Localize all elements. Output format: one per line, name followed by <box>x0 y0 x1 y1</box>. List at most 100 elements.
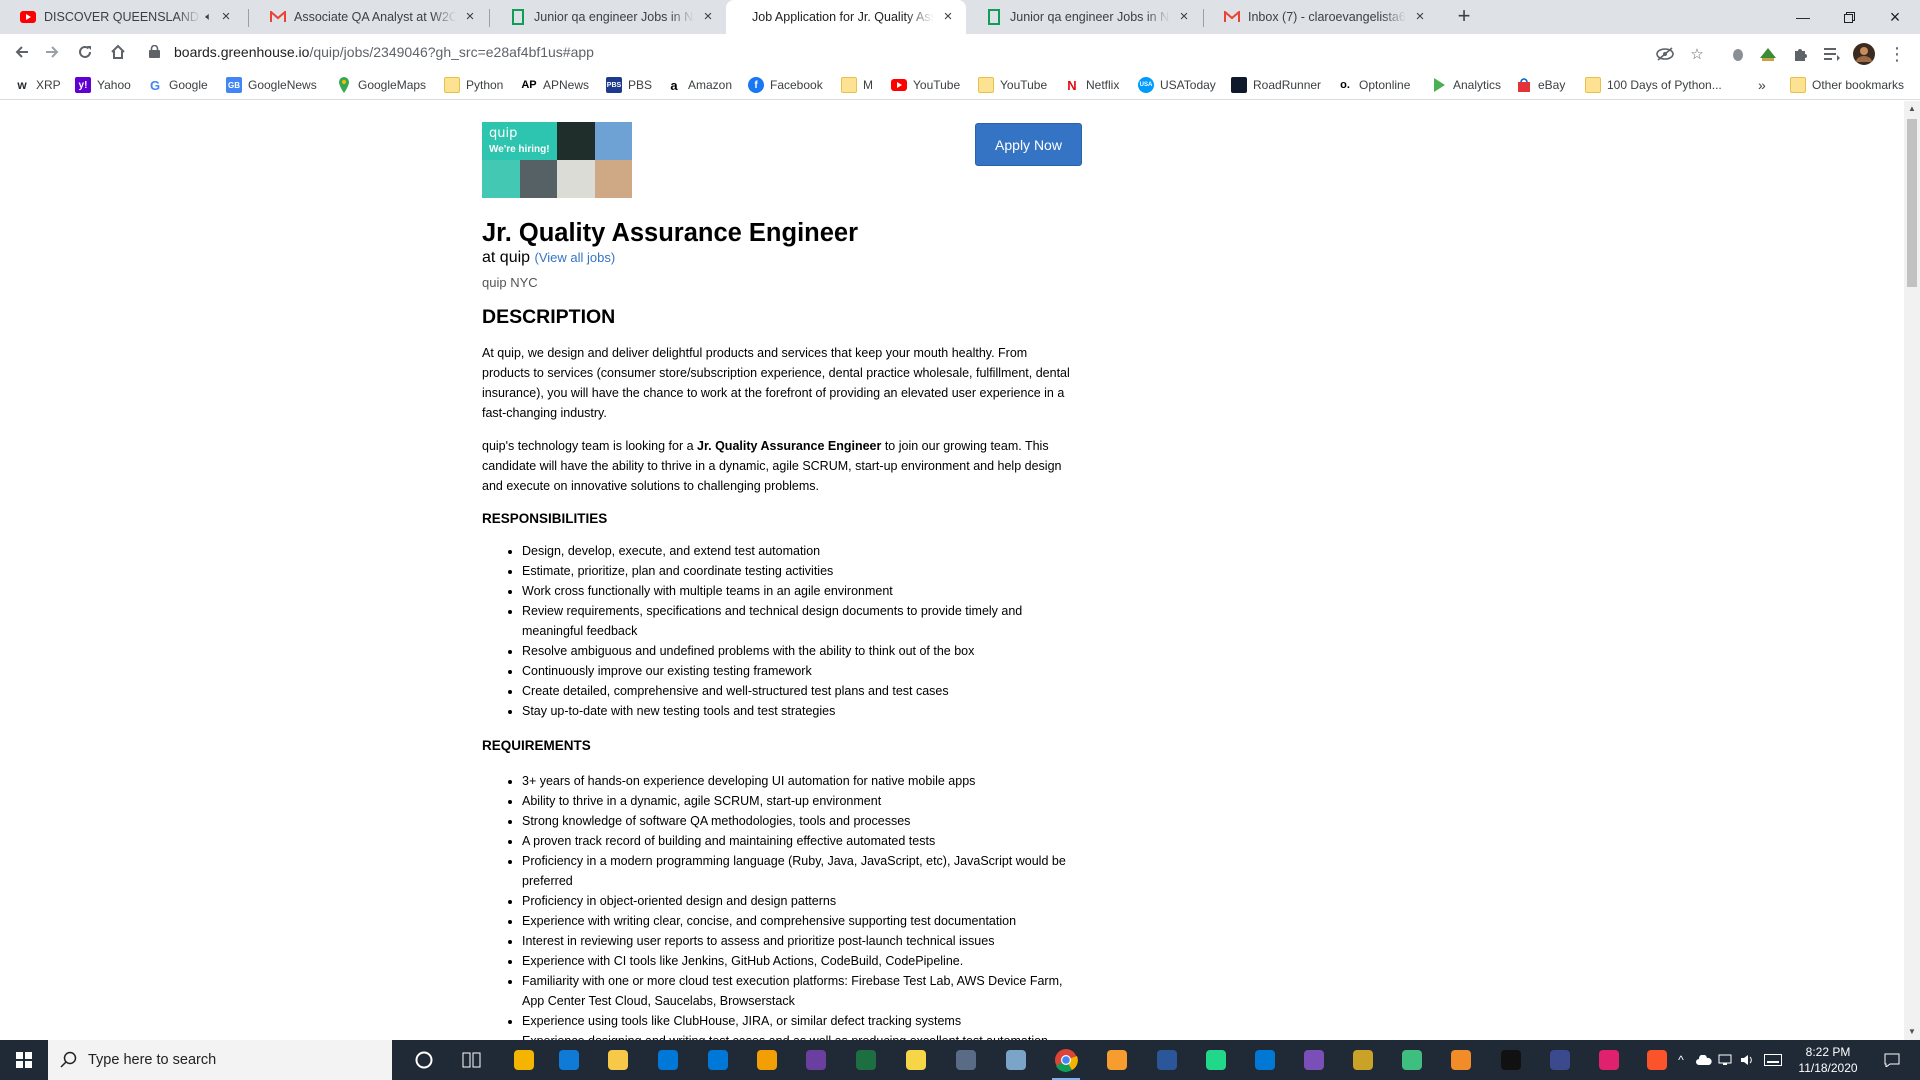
taskbar-search-box[interactable]: Type here to search <box>48 1040 392 1080</box>
bookmark-yahoo[interactable]: y! Yahoo <box>75 76 131 94</box>
address-bar[interactable]: boards.greenhouse.io/quip/jobs/2349046?g… <box>140 37 1900 67</box>
browser-tab[interactable]: Junior qa engineer Jobs in New Y × <box>490 0 726 34</box>
sticky-notes-icon[interactable] <box>900 1046 932 1074</box>
youtube-icon <box>20 9 36 25</box>
tracking-blocked-icon[interactable] <box>1654 43 1676 65</box>
sheet-icon <box>510 9 526 25</box>
tab-title: Junior qa engineer Jobs in New Y <box>1010 10 1170 24</box>
keyboard-icon[interactable] <box>1762 1040 1784 1080</box>
reload-button[interactable] <box>71 38 99 66</box>
vscode-icon[interactable] <box>1249 1046 1281 1074</box>
more-bookmarks-chevron[interactable]: » <box>1758 76 1766 94</box>
page-content: quip We're hiring! Apply Now Jr. Quality… <box>0 101 1904 1040</box>
responsibility-item: Create detailed, comprehensive and well-… <box>522 681 1082 701</box>
network-icon[interactable] <box>1716 1040 1736 1080</box>
restore-button[interactable] <box>1826 0 1872 34</box>
bookmark-analytics[interactable]: Analytics <box>1431 76 1501 94</box>
store-icon[interactable] <box>652 1046 684 1074</box>
close-tab-icon[interactable]: × <box>1176 9 1192 25</box>
bookmark-folder-youtube[interactable]: YouTube <box>978 76 1047 94</box>
requirement-item: Interest in reviewing user reports to as… <box>522 931 1082 951</box>
page-scrollbar[interactable]: ▲ ▼ <box>1904 101 1920 1040</box>
bookmark-pbs[interactable]: PBS PBS <box>606 76 652 94</box>
snipping-tool-icon[interactable] <box>950 1046 982 1074</box>
terminal-icon[interactable] <box>1495 1046 1527 1074</box>
mail-icon[interactable] <box>702 1046 734 1074</box>
notifications-icon[interactable] <box>1874 1040 1910 1080</box>
close-window-button[interactable]: × <box>1872 0 1918 34</box>
bookmark-ebay[interactable]: eBay <box>1516 76 1565 94</box>
bookmark-folder-100-days-python[interactable]: 100 Days of Python... <box>1585 76 1722 94</box>
company-logo-banner: quip We're hiring! <box>482 122 632 198</box>
close-tab-icon[interactable]: × <box>1412 9 1428 25</box>
excel-icon[interactable] <box>850 1046 882 1074</box>
bookmark-folder-m[interactable]: M <box>841 76 873 94</box>
bookmark-googlenews[interactable]: GB GoogleNews <box>226 76 317 94</box>
chrome-canary-icon[interactable] <box>508 1046 540 1074</box>
app-green-icon[interactable] <box>1396 1046 1428 1074</box>
home-button[interactable] <box>104 38 132 66</box>
taskbar-clock[interactable]: 8:22 PM 11/18/2020 <box>1786 1044 1870 1076</box>
minimize-button[interactable]: — <box>1780 0 1826 34</box>
app-diamond-icon[interactable] <box>1347 1046 1379 1074</box>
menu-kebab-icon[interactable]: ⋮ <box>1886 43 1908 65</box>
browser-tab[interactable]: DISCOVER QUEENSLAND | E 🔈︎ × <box>0 0 244 34</box>
brave-icon[interactable] <box>1641 1046 1673 1074</box>
view-all-jobs-link[interactable]: (View all jobs) <box>535 250 616 265</box>
paint-icon[interactable] <box>800 1046 832 1074</box>
forward-button[interactable] <box>38 38 66 66</box>
reading-list-icon[interactable] <box>1821 43 1843 65</box>
intellij-icon[interactable] <box>1593 1046 1625 1074</box>
task-view-icon[interactable] <box>456 1046 488 1074</box>
close-tab-icon[interactable]: × <box>940 9 956 25</box>
url-text: boards.greenhouse.io/quip/jobs/2349046?g… <box>174 44 594 60</box>
extension-green-icon[interactable] <box>1757 43 1779 65</box>
bookmark-star-icon[interactable]: ☆ <box>1686 43 1708 65</box>
cortana-icon[interactable] <box>408 1046 440 1074</box>
apply-now-button[interactable]: Apply Now <box>975 123 1082 166</box>
notepad-icon[interactable] <box>1000 1046 1032 1074</box>
extension-bug-icon[interactable] <box>1727 43 1749 65</box>
bookmark-usatoday[interactable]: USA USAToday <box>1138 76 1216 94</box>
word-icon[interactable] <box>1151 1046 1183 1074</box>
bookmark-google[interactable]: G Google <box>147 76 208 94</box>
file-explorer-icon[interactable] <box>602 1046 634 1074</box>
extensions-puzzle-icon[interactable] <box>1789 43 1811 65</box>
close-tab-icon[interactable]: × <box>700 9 716 25</box>
onedrive-cloud-icon[interactable] <box>1694 1040 1714 1080</box>
chrome-icon[interactable] <box>1050 1046 1082 1080</box>
edge-icon[interactable] <box>553 1046 585 1074</box>
app-orange-icon[interactable] <box>1445 1046 1477 1074</box>
new-tab-button[interactable]: + <box>1452 5 1476 29</box>
browser-tab[interactable]: Junior qa engineer Jobs in New Y × <box>966 0 1202 34</box>
bookmark-amazon[interactable]: a Amazon <box>666 76 732 94</box>
profile-avatar[interactable] <box>1853 43 1875 65</box>
sublime-icon[interactable] <box>1101 1046 1133 1074</box>
tray-overflow-chevron-icon[interactable]: ^ <box>1672 1040 1690 1080</box>
close-tab-icon[interactable]: × <box>218 9 234 25</box>
speaker-icon[interactable]: 🔈︎ <box>205 11 212 24</box>
back-button[interactable] <box>8 38 36 66</box>
bookmark-youtube[interactable]: YouTube <box>891 76 960 94</box>
app-circle-icon[interactable] <box>1298 1046 1330 1074</box>
bookmark-optonline[interactable]: o. Optonline <box>1337 76 1410 94</box>
scrollbar-thumb[interactable] <box>1907 119 1917 287</box>
app-disc-icon[interactable] <box>1544 1046 1576 1074</box>
bookmark-googlemaps[interactable]: GoogleMaps <box>336 76 426 94</box>
volume-icon[interactable] <box>1738 1040 1758 1080</box>
browser-tab[interactable]: Associate QA Analyst at W2O Gro × <box>250 0 488 34</box>
close-tab-icon[interactable]: × <box>462 9 478 25</box>
bookmark-facebook[interactable]: f Facebook <box>748 76 823 94</box>
bookmark-roadrunner[interactable]: RoadRunner <box>1231 76 1321 94</box>
bookmark-apnews[interactable]: AP APNews <box>521 76 589 94</box>
browser-tab-active[interactable]: Job Application for Jr. Quality Ass × <box>726 0 966 34</box>
google-icon: G <box>149 77 161 93</box>
windows-start-button[interactable] <box>0 1040 48 1080</box>
pycharm-icon[interactable] <box>1200 1046 1232 1074</box>
bookmark-netflix[interactable]: N Netflix <box>1064 76 1119 94</box>
browser-tab[interactable]: Inbox (7) - claroevangelista66@g × <box>1204 0 1438 34</box>
bookmark-folder-python[interactable]: Python <box>444 76 503 94</box>
bookmark-folder-other[interactable]: Other bookmarks <box>1790 76 1904 94</box>
bookmark-xrp[interactable]: w XRP <box>14 76 60 94</box>
media-player-icon[interactable] <box>751 1046 783 1074</box>
